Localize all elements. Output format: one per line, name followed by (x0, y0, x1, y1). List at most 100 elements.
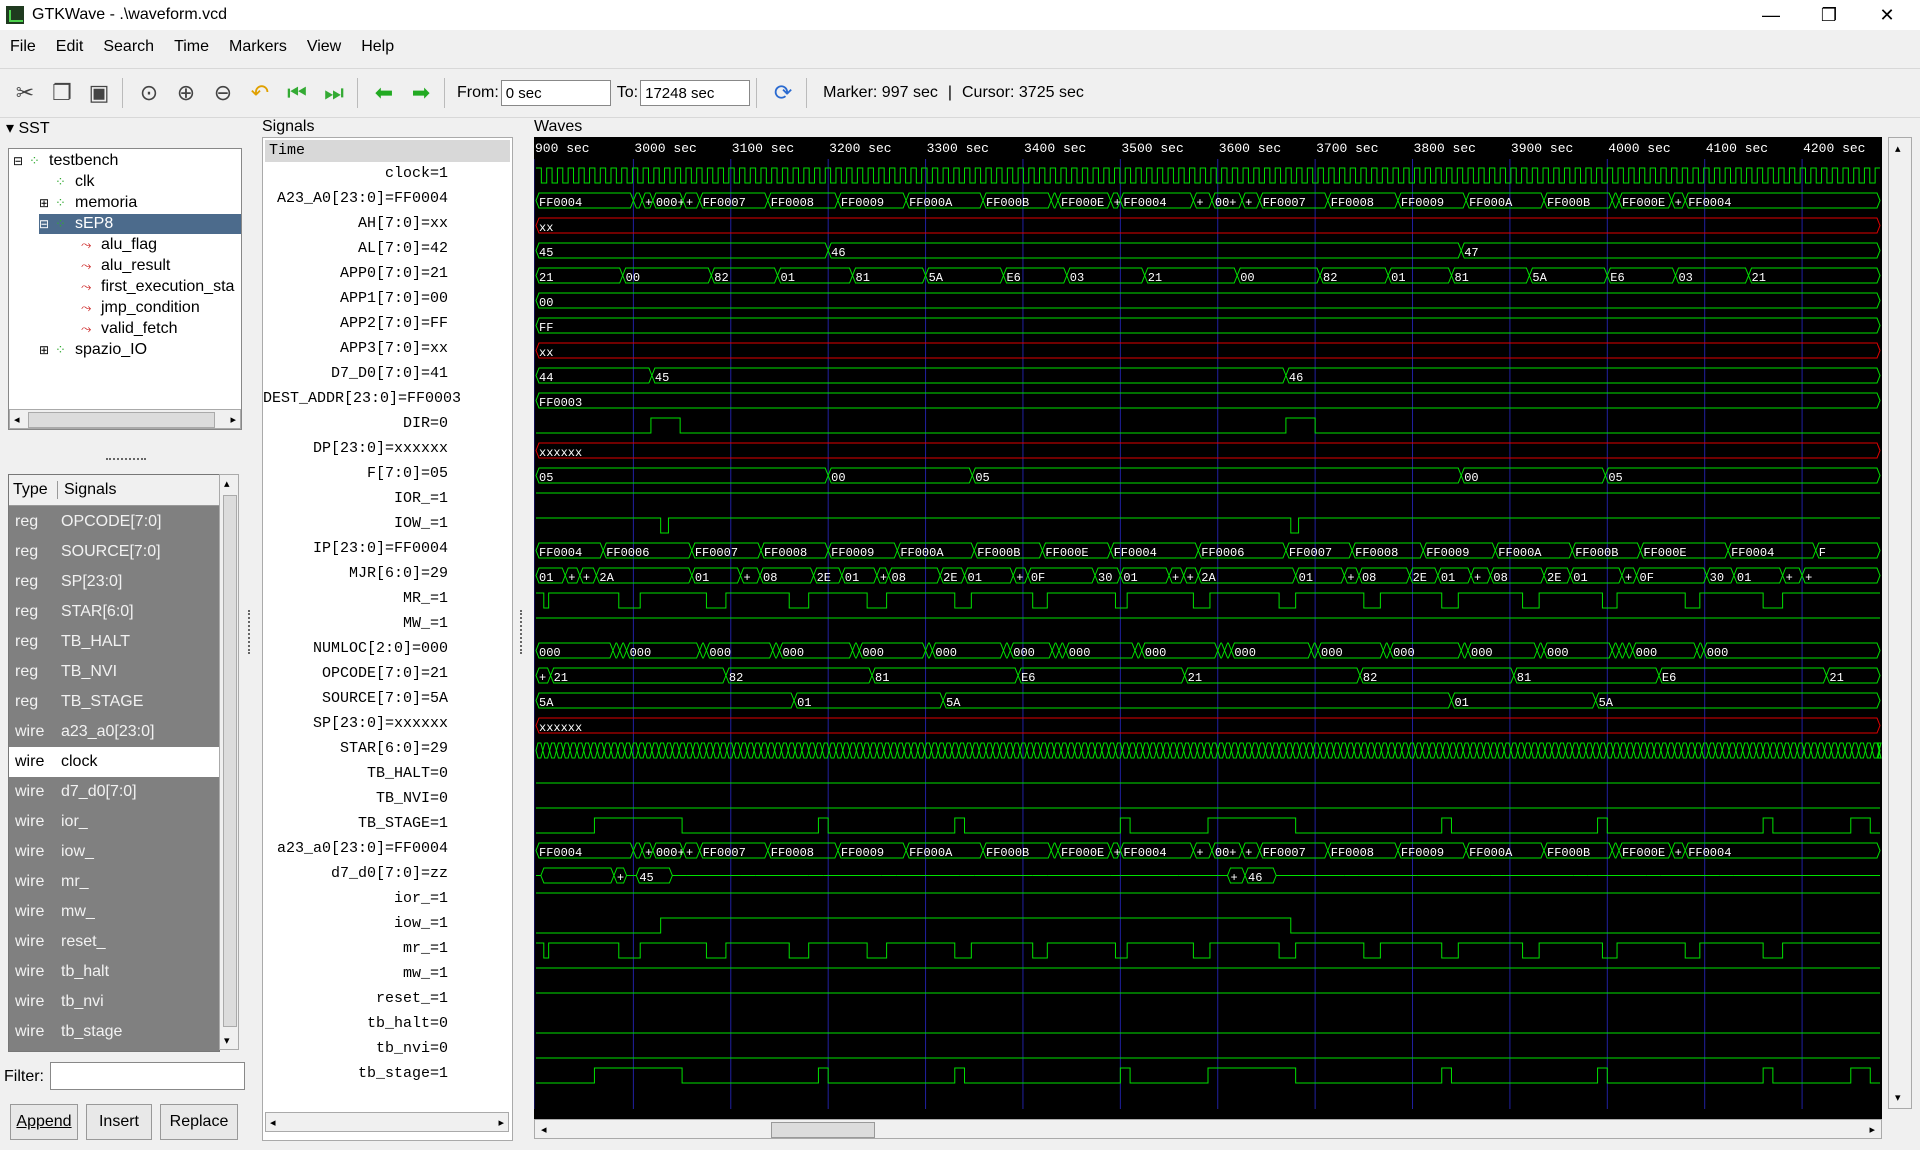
signal-list-row[interactable]: wire a23_a0[23:0] (9, 717, 219, 747)
scroll-up-icon[interactable]: ▴ (1895, 142, 1901, 155)
from-input[interactable] (500, 80, 611, 106)
pane-resize-handle[interactable] (520, 610, 526, 654)
menu-file[interactable]: File (0, 38, 46, 56)
signal-list-row[interactable]: reg STAR[6:0] (9, 597, 219, 627)
signal-list-row[interactable]: wire d7_d0[7:0] (9, 777, 219, 807)
expand-icon[interactable]: ⊞ (39, 343, 55, 357)
expand-icon[interactable]: ⊞ (39, 196, 55, 210)
paste-icon[interactable]: ▣ (82, 76, 116, 110)
zoom-out-icon[interactable]: ⊖ (206, 76, 240, 110)
signal-list-row[interactable]: wire clock (9, 747, 219, 777)
signal-list-row[interactable]: reg TB_STAGE (9, 687, 219, 717)
copy-icon[interactable]: ❐ (45, 76, 79, 110)
waves-scroll-thumb[interactable] (771, 1122, 875, 1138)
collapse-icon[interactable]: ⊟ (39, 217, 55, 231)
signal-row[interactable]: TB_HALT=0 (263, 765, 508, 785)
signal-list-row[interactable]: wire tb_stage (9, 1017, 219, 1047)
signal-row[interactable]: tb_stage=1 (263, 1065, 508, 1085)
signal-row[interactable]: NUMLOC[2:0]=000 (263, 640, 508, 660)
signal-list-row[interactable]: wire mw_ (9, 897, 219, 927)
signal-list-row[interactable]: wire ior_ (9, 807, 219, 837)
signal-row[interactable]: clock=1 (263, 165, 508, 185)
signal-list-scrollbar[interactable]: ▴ ▾ (219, 474, 239, 1050)
tree-item[interactable]: ⤳ valid_fetch (65, 319, 241, 339)
signal-row[interactable]: IOR_=1 (263, 490, 508, 510)
scroll-up-icon[interactable]: ▴ (224, 477, 230, 490)
signal-row[interactable]: APP2[7:0]=FF (263, 315, 508, 335)
scroll-right-icon[interactable]: ▸ (230, 413, 236, 426)
signal-list-row[interactable]: wire tb_nvi (9, 987, 219, 1017)
close-button[interactable]: ✕ (1858, 0, 1916, 30)
waves-horizontal-scrollbar[interactable]: ◂ ▸ (534, 1119, 1882, 1139)
signal-row[interactable]: MR_=1 (263, 590, 508, 610)
filter-input[interactable] (50, 1062, 245, 1090)
signal-list-row[interactable]: wire mr_ (9, 867, 219, 897)
signal-row[interactable]: IP[23:0]=FF0004 (263, 540, 508, 560)
pane-resize-handle[interactable] (106, 458, 146, 464)
sst-expander[interactable]: ▾ SST (6, 118, 50, 138)
signal-list-row[interactable]: reg OPCODE[7:0] (9, 507, 219, 537)
signal-row[interactable]: DP[23:0]=xxxxxx (263, 440, 508, 460)
signal-row[interactable]: AH[7:0]=xx (263, 215, 508, 235)
menu-edit[interactable]: Edit (46, 38, 94, 56)
signal-row[interactable]: iow_=1 (263, 915, 508, 935)
undo-zoom-icon[interactable]: ↶ (243, 76, 277, 110)
signal-row[interactable]: DEST_ADDR[23:0]=FF0003 (263, 390, 508, 410)
signal-list-row[interactable]: wire tb_halt (9, 957, 219, 987)
signal-row[interactable]: SP[23:0]=xxxxxx (263, 715, 508, 735)
type-column-header[interactable]: Type (9, 481, 58, 499)
signal-list-row[interactable]: reg TB_HALT (9, 627, 219, 657)
append-button[interactable]: Append (10, 1104, 78, 1140)
sst-horizontal-scrollbar[interactable]: ◂ ▸ (9, 409, 241, 429)
signal-row[interactable]: STAR[6:0]=29 (263, 740, 508, 760)
signal-list-row[interactable]: reg SOURCE[7:0] (9, 537, 219, 567)
to-input[interactable] (640, 80, 751, 106)
cut-icon[interactable]: ✂ (8, 76, 42, 110)
menu-markers[interactable]: Markers (219, 38, 297, 56)
zoom-to-end-icon[interactable]: ⏭ (317, 76, 351, 110)
signals-horizontal-scrollbar[interactable]: ◂ ▸ (265, 1112, 509, 1132)
signal-row[interactable]: DIR=0 (263, 415, 508, 435)
waves-panel[interactable]: 900 sec 3000 sec 3100 sec 3200 sec 3300 sec 3… (534, 137, 1882, 1139)
signal-row[interactable]: MJR[6:0]=29 (263, 565, 508, 585)
signal-row[interactable]: ior_=1 (263, 890, 508, 910)
waveform-canvas[interactable]: 900 sec 3000 sec 3100 sec 3200 sec 3300 sec 3… (534, 137, 1882, 1109)
menu-time[interactable]: Time (164, 38, 219, 56)
signal-row[interactable]: A23_A0[23:0]=FF0004 (263, 190, 508, 210)
signal-row[interactable]: a23_a0[23:0]=FF0004 (263, 840, 508, 860)
sst-scroll-thumb[interactable] (28, 412, 215, 428)
signal-row[interactable]: APP3[7:0]=xx (263, 340, 508, 360)
signal-row[interactable]: IOW_=1 (263, 515, 508, 535)
collapse-icon[interactable]: ⊟ (13, 154, 29, 168)
scroll-left-icon[interactable]: ◂ (270, 1116, 276, 1129)
signal-row[interactable]: APP1[7:0]=00 (263, 290, 508, 310)
tree-item[interactable]: ⁘ clk (39, 172, 241, 192)
menu-help[interactable]: Help (351, 38, 404, 56)
replace-button[interactable]: Replace (160, 1104, 238, 1140)
waves-vertical-scrollbar[interactable]: ▴ ▾ (1888, 137, 1912, 1109)
zoom-to-start-icon[interactable]: ⏮ (280, 76, 314, 110)
zoom-fit-icon[interactable]: ⊙ (132, 76, 166, 110)
signal-row[interactable]: tb_nvi=0 (263, 1040, 508, 1060)
tree-item[interactable]: ⊞ ⁘ spazio_IO (39, 340, 241, 360)
signal-row[interactable]: AL[7:0]=42 (263, 240, 508, 260)
signal-list-row[interactable]: wire reset_ (9, 927, 219, 957)
signal-row[interactable]: tb_halt=0 (263, 1015, 508, 1035)
scroll-right-icon[interactable]: ▸ (498, 1116, 504, 1129)
signal-list-scroll-thumb[interactable] (223, 495, 237, 1027)
tree-item[interactable]: ⤳ first_execution_sta (65, 277, 241, 297)
reload-icon[interactable]: ⟳ (766, 76, 800, 110)
signal-row[interactable]: SOURCE[7:0]=5A (263, 690, 508, 710)
signal-row[interactable]: TB_STAGE=1 (263, 815, 508, 835)
tree-item[interactable]: ⤳ alu_flag (65, 235, 241, 255)
scroll-down-icon[interactable]: ▾ (1895, 1091, 1901, 1104)
signal-row[interactable]: MW_=1 (263, 615, 508, 635)
signal-list-row[interactable]: reg SP[23:0] (9, 567, 219, 597)
insert-button[interactable]: Insert (86, 1104, 152, 1140)
zoom-in-icon[interactable]: ⊕ (169, 76, 203, 110)
signal-row[interactable]: mr_=1 (263, 940, 508, 960)
signal-list-row[interactable]: reg TB_NVI (9, 657, 219, 687)
tree-item[interactable]: ⊞ ⁘ memoria (39, 193, 241, 213)
menu-view[interactable]: View (297, 38, 351, 56)
signal-list-row[interactable]: wire iow_ (9, 837, 219, 867)
